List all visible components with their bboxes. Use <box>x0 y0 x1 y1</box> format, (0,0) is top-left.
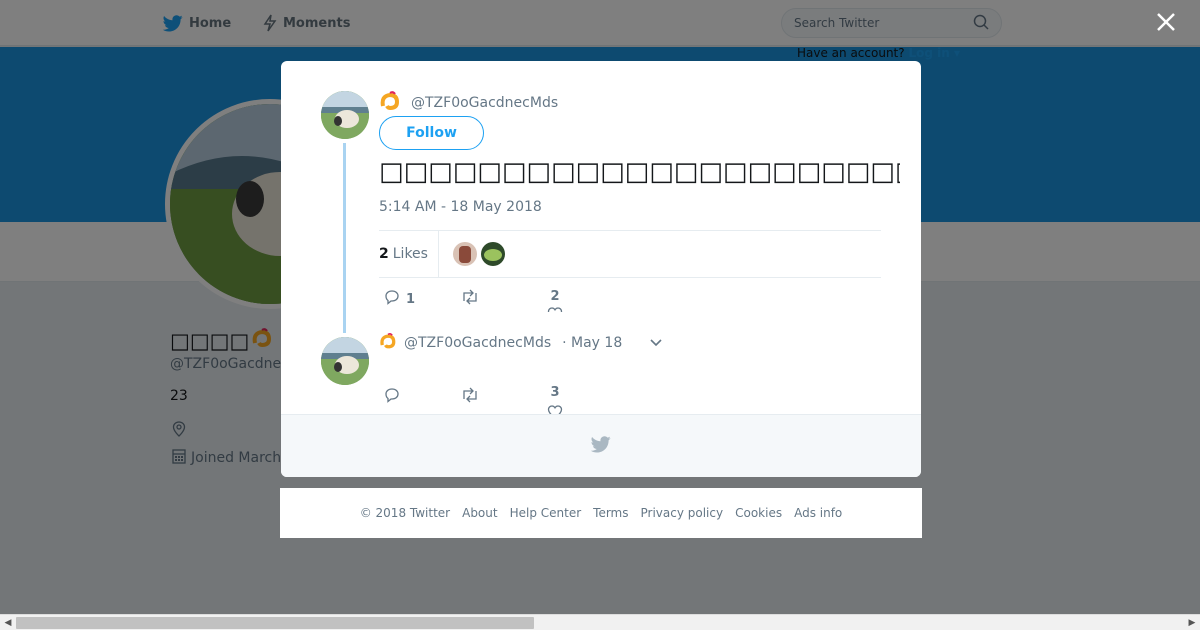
likers-list <box>439 242 505 266</box>
heart-icon <box>547 306 563 312</box>
chevron-down-icon[interactable] <box>649 335 663 351</box>
retweet-icon <box>460 289 480 309</box>
likes-label: Likes <box>392 246 428 262</box>
tweet-modal: @TZF0oGacdnecMds Follow □□□□□□□□□□□□□□□□… <box>281 61 921 477</box>
likes-stat[interactable]: 2 Likes <box>379 230 439 278</box>
reply-button[interactable] <box>384 387 406 407</box>
reply-date[interactable]: · May 18 <box>562 335 622 351</box>
horizontal-scrollbar[interactable]: ◀ ▶ <box>0 614 1200 630</box>
tweet-author-handle[interactable]: @TZF0oGacdnecMds <box>411 95 558 111</box>
footer-link-privacy[interactable]: Privacy policy <box>641 506 724 520</box>
tweet-header: @TZF0oGacdnecMds <box>379 91 558 115</box>
reply-count: 1 <box>406 291 416 307</box>
scroll-left-icon[interactable]: ◀ <box>2 617 14 629</box>
liker-avatar[interactable] <box>452 242 477 266</box>
like-button[interactable]: 2 <box>547 289 563 312</box>
footer-link-help-center[interactable]: Help Center <box>510 506 582 520</box>
rooster-emoji-icon <box>379 332 397 354</box>
scroll-right-icon[interactable]: ▶ <box>1186 617 1198 629</box>
reply-author-handle[interactable]: @TZF0oGacdnecMds <box>404 335 551 351</box>
footer-link-terms[interactable]: Terms <box>593 506 628 520</box>
follow-button[interactable]: Follow <box>379 116 484 150</box>
page-footer: © 2018 Twitter About Help Center Terms P… <box>280 488 922 538</box>
footer-link-ads-info[interactable]: Ads info <box>794 506 842 520</box>
thread-line <box>343 143 346 333</box>
twitter-bird-icon <box>590 435 611 457</box>
footer-link-cookies[interactable]: Cookies <box>735 506 782 520</box>
retweet-icon <box>460 387 480 407</box>
tweet-stats: 2 Likes <box>379 230 881 278</box>
footer-copyright: © 2018 Twitter <box>359 506 451 520</box>
tweet-text: □□□□□□□□□□□□□□□□□□□□□□□□□□□□□□□□□□□□□□□□… <box>379 157 900 187</box>
modal-footer <box>281 414 921 477</box>
close-button[interactable] <box>1152 10 1180 38</box>
reply-button[interactable]: 1 <box>384 289 415 309</box>
close-icon <box>1156 12 1176 36</box>
retweet-button[interactable] <box>460 289 486 309</box>
reply-icon <box>384 387 400 407</box>
footer-link-about[interactable]: About <box>462 506 497 520</box>
scrollbar-thumb[interactable] <box>16 617 534 629</box>
reply-icon <box>384 289 400 309</box>
retweet-button[interactable] <box>460 387 486 407</box>
likes-count: 2 <box>379 246 389 262</box>
like-count: 2 <box>550 289 560 304</box>
reply-header: @TZF0oGacdnecMds · May 18 <box>379 332 663 354</box>
rooster-emoji-icon <box>379 90 401 116</box>
reply-author-avatar[interactable] <box>321 337 369 385</box>
tweet-author-avatar[interactable] <box>321 91 369 139</box>
tweet-timestamp[interactable]: 5:14 AM - 18 May 2018 <box>379 199 542 215</box>
like-count: 3 <box>550 385 560 400</box>
liker-avatar[interactable] <box>480 242 505 266</box>
